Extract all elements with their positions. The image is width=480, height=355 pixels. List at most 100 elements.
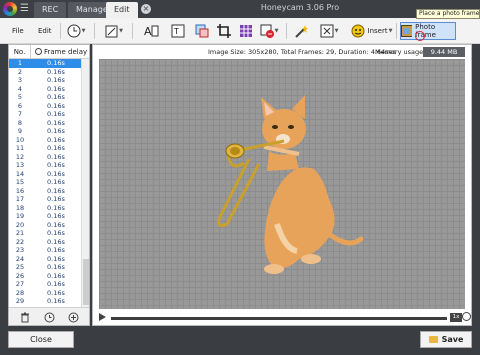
frame-row[interactable]: 12 0.16s <box>9 153 81 162</box>
photo-frame-button[interactable]: Photo frame <box>400 22 456 40</box>
delete-frames-button[interactable]: ▼ <box>258 22 280 40</box>
frame-row[interactable]: 14 0.16s <box>9 170 81 179</box>
frame-row[interactable]: 4 0.16s <box>9 85 81 94</box>
frame-number: 28 <box>15 288 25 297</box>
frame-row[interactable]: 19 0.16s <box>9 212 81 221</box>
frame-number: 1 <box>17 59 23 67</box>
frame-number: 22 <box>15 237 25 246</box>
crop-button[interactable] <box>216 22 232 40</box>
magic-wand-icon <box>295 25 308 38</box>
crop-icon <box>217 24 231 38</box>
frame-row[interactable]: 9 0.16s <box>9 127 81 136</box>
frame-row[interactable]: 29 0.16s <box>9 297 81 306</box>
frame-row[interactable]: 10 0.16s <box>9 136 81 145</box>
magic-wand-button[interactable] <box>292 22 310 40</box>
frame-row[interactable]: 26 0.16s <box>9 272 81 281</box>
frame-row[interactable]: 5 0.16s <box>9 93 81 102</box>
frame-list-scrollbar[interactable] <box>81 59 89 307</box>
frame-row[interactable]: 23 0.16s <box>9 246 81 255</box>
tab-rec[interactable]: REC <box>34 2 67 18</box>
frame-row[interactable]: 16 0.16s <box>9 187 81 196</box>
save-button[interactable]: Save <box>420 331 472 348</box>
playback-speed[interactable]: 1x <box>450 313 462 322</box>
editor-canvas-panel: Image Size: 305x280, Total Frames: 29, D… <box>92 44 472 326</box>
frame-number: 18 <box>15 203 25 212</box>
frame-delay: 0.16s <box>47 203 65 212</box>
memory-usage-value: 9.44 MB <box>423 47 465 57</box>
cat-with-trombone-image <box>217 95 364 274</box>
frame-delay: 0.16s <box>47 161 65 169</box>
effects-button[interactable]: ▼ <box>104 22 124 40</box>
frame-row[interactable]: 11 0.16s <box>9 144 81 153</box>
divider <box>396 23 397 39</box>
clock-icon <box>44 312 54 322</box>
close-button[interactable]: Close <box>8 331 74 348</box>
frame-row[interactable]: 6 0.16s <box>9 102 81 111</box>
frame-number: 25 <box>15 263 25 271</box>
divider <box>60 23 61 39</box>
insert-text-button[interactable]: T <box>170 22 186 40</box>
frame-row[interactable]: 21 0.16s <box>9 229 81 238</box>
frame-number: 6 <box>17 101 23 110</box>
frame-list-actions <box>9 307 89 325</box>
close-icon[interactable]: × <box>141 4 151 14</box>
text-button[interactable]: A <box>142 22 160 40</box>
tooltip: Place a photo frame over the image <box>416 9 480 19</box>
play-icon[interactable] <box>99 313 106 321</box>
frame-delay: 0.16s <box>47 288 65 297</box>
frame-delay: 0.16s <box>47 76 65 84</box>
zoom-icon[interactable] <box>462 312 471 321</box>
frame-row[interactable]: 2 0.16s <box>9 68 81 77</box>
frame-delay: 0.16s <box>47 229 65 237</box>
frame-row[interactable]: 13 0.16s <box>9 161 81 170</box>
frame-number: 13 <box>15 161 25 169</box>
frame-delay: 0.16s <box>47 144 65 152</box>
file-menu[interactable]: File <box>12 22 24 40</box>
scrollbar-thumb[interactable] <box>83 259 89 305</box>
frame-row[interactable]: 3 0.16s <box>9 76 81 85</box>
svg-text:A: A <box>144 25 152 38</box>
frame-number: 19 <box>15 212 25 220</box>
frame-number: 24 <box>15 254 25 263</box>
column-frame-delay[interactable]: Frame delay <box>31 48 89 56</box>
image-info: Image Size: 305x280, Total Frames: 29, D… <box>208 48 397 56</box>
frame-delay-button[interactable]: ▼ <box>66 22 86 40</box>
frame-number: 17 <box>15 195 25 203</box>
frame-delay: 0.16s <box>47 237 65 246</box>
edit-menu[interactable]: Edit <box>38 22 52 40</box>
frame-row[interactable]: 27 0.16s <box>9 280 81 289</box>
add-frame-button[interactable] <box>67 311 79 323</box>
frame-delay: 0.16s <box>47 101 65 110</box>
frame-row[interactable]: 18 0.16s <box>9 204 81 213</box>
filter-button[interactable] <box>238 22 254 40</box>
divider <box>94 23 95 39</box>
info-bar: Image Size: 305x280, Total Frames: 29, D… <box>93 45 471 59</box>
menu-icon[interactable]: ☰ <box>20 3 30 14</box>
frame-row[interactable]: 1 0.16s <box>9 59 81 68</box>
set-delay-button[interactable] <box>43 311 55 323</box>
timeline-slider[interactable] <box>111 317 447 320</box>
frame-row[interactable]: 17 0.16s <box>9 195 81 204</box>
tab-edit[interactable]: Edit <box>106 2 138 18</box>
delete-frame-button[interactable] <box>19 311 31 323</box>
transition-button[interactable]: ▼ <box>316 22 342 40</box>
frame-row[interactable]: 22 0.16s <box>9 238 81 247</box>
frame-row[interactable]: 25 0.16s <box>9 263 81 272</box>
resize-button[interactable] <box>194 22 210 40</box>
frame-delay: 0.16s <box>47 212 65 220</box>
frame-row[interactable]: 15 0.16s <box>9 178 81 187</box>
image-viewport[interactable] <box>99 59 465 309</box>
frame-number: 7 <box>17 110 23 118</box>
frame-row[interactable]: 8 0.16s <box>9 119 81 128</box>
divider <box>132 23 133 39</box>
frame-row[interactable]: 24 0.16s <box>9 255 81 264</box>
column-number[interactable]: No. <box>9 45 31 58</box>
frame-number: 10 <box>15 135 25 144</box>
frame-row[interactable]: 7 0.16s <box>9 110 81 119</box>
frame-delay: 0.16s <box>47 127 65 135</box>
frame-row[interactable]: 20 0.16s <box>9 221 81 230</box>
frame-delay: 0.16s <box>47 110 65 118</box>
clock-icon <box>67 24 81 38</box>
frame-row[interactable]: 28 0.16s <box>9 289 81 298</box>
insert-button[interactable]: Insert ▼ <box>348 22 394 40</box>
